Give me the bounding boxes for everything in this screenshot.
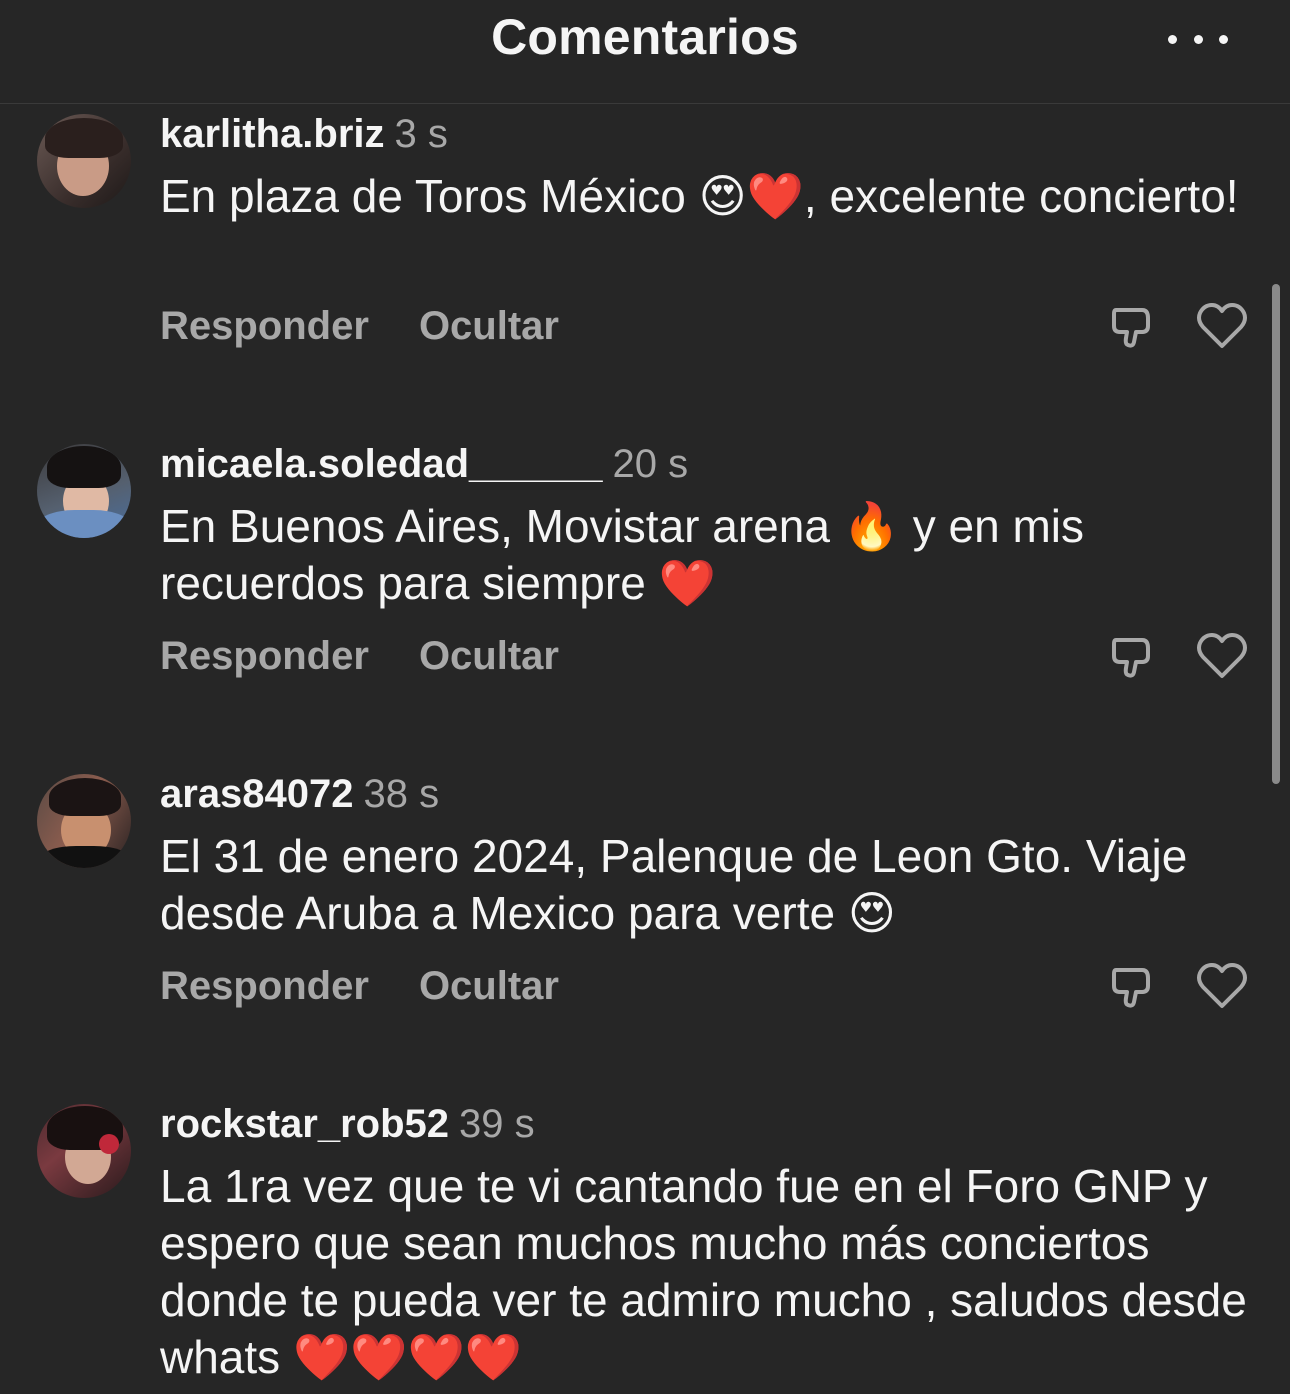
- avatar[interactable]: [37, 774, 131, 868]
- comment-header: aras84072 38 s: [160, 766, 439, 822]
- timestamp: 39 s: [459, 1102, 535, 1146]
- comment-actions: Responder Ocultar: [160, 628, 559, 684]
- timestamp: 20 s: [612, 442, 689, 486]
- scrollbar[interactable]: [1272, 284, 1280, 784]
- comments-screen: Comentarios karlitha.briz 3 s En plaza de…: [0, 0, 1290, 1394]
- comment-actions: Responder Ocultar: [160, 298, 559, 354]
- username[interactable]: karlitha.briz: [160, 112, 385, 156]
- comment-text: El 31 de enero 2024, Palenque de Leon Gt…: [160, 830, 1188, 939]
- avatar[interactable]: [37, 444, 131, 538]
- comment-text: En Buenos Aires, Movistar arena 🔥 y en m…: [160, 500, 1084, 609]
- avatar[interactable]: [37, 1104, 131, 1198]
- heart-icon[interactable]: [1196, 632, 1248, 680]
- ellipsis-icon: [1168, 34, 1177, 44]
- page-title: Comentarios: [491, 9, 799, 65]
- heart-icon[interactable]: [1196, 962, 1248, 1010]
- comment-header: rockstar_rob52 39 s: [160, 1096, 535, 1152]
- dislike-icon[interactable]: [1108, 632, 1156, 680]
- hide-button[interactable]: Ocultar: [419, 634, 559, 678]
- ellipsis-dot: [1219, 34, 1228, 44]
- timestamp: 38 s: [363, 772, 440, 816]
- comment-actions: Responder Ocultar: [160, 958, 559, 1014]
- dislike-icon[interactable]: [1108, 302, 1156, 350]
- comment-text: La 1ra vez que te vi cantando fue en el …: [160, 1160, 1247, 1383]
- dislike-icon[interactable]: [1108, 962, 1156, 1010]
- hide-button[interactable]: Ocultar: [419, 304, 559, 348]
- avatar[interactable]: [37, 114, 131, 208]
- reply-button[interactable]: Responder: [160, 634, 369, 678]
- username[interactable]: rockstar_rob52: [160, 1102, 449, 1146]
- reply-button[interactable]: Responder: [160, 964, 369, 1008]
- username[interactable]: aras84072: [160, 772, 354, 816]
- more-options-button[interactable]: [1168, 26, 1228, 52]
- comment-header: micaela.soledad______ 20 s: [160, 436, 688, 492]
- timestamp: 3 s: [394, 112, 448, 156]
- header: Comentarios: [0, 0, 1290, 104]
- reply-button[interactable]: Responder: [160, 304, 369, 348]
- comment-text: En plaza de Toros México 😍❤️, excelente …: [160, 170, 1239, 222]
- heart-icon[interactable]: [1196, 302, 1248, 350]
- ellipsis-dot: [1193, 34, 1203, 44]
- username[interactable]: micaela.soledad______: [160, 442, 603, 486]
- hide-button[interactable]: Ocultar: [419, 964, 559, 1008]
- comment-header: karlitha.briz 3 s: [160, 106, 448, 162]
